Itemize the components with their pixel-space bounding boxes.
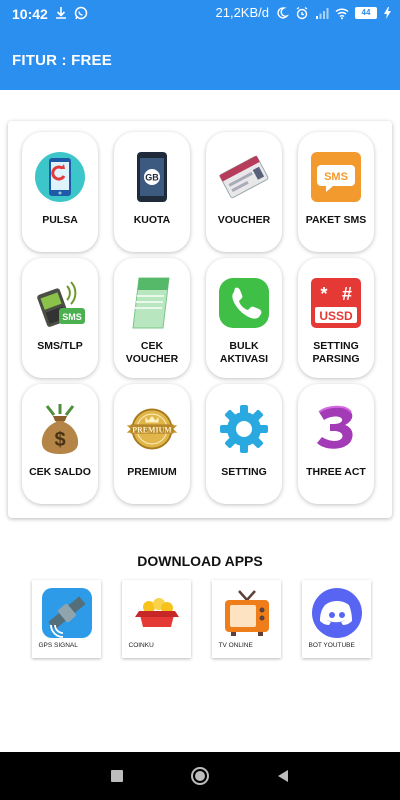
feature-label: CEK VOUCHER <box>125 340 179 365</box>
svg-text:GB: GB <box>145 173 159 183</box>
feature-label: KUOTA <box>133 214 171 226</box>
feature-three-act-button[interactable]: THREE ACT <box>298 384 374 504</box>
feature-bulk-aktivasi-button[interactable]: BULK AKTIVASI <box>206 258 282 378</box>
back-icon[interactable] <box>273 766 293 786</box>
app-coinku-button[interactable]: COINKU <box>122 580 191 658</box>
premium-text: PREMIUM <box>132 425 172 434</box>
feature-label: PAKET SMS <box>305 214 367 226</box>
charging-icon <box>384 6 391 19</box>
feature-label: BULK AKTIVASI <box>219 340 269 365</box>
svg-text:*: * <box>320 284 327 304</box>
phone-call-icon <box>217 276 271 330</box>
money-bag-icon: $ <box>33 402 87 456</box>
page-title: FITUR : FREE <box>12 52 112 69</box>
alarm-icon <box>296 6 308 19</box>
gear-icon <box>217 402 271 456</box>
feature-pulsa-button[interactable]: PULSA <box>22 132 98 252</box>
premium-badge-icon: PREMIUM <box>125 402 179 456</box>
svg-text:SMS: SMS <box>62 312 82 322</box>
feature-label: PREMIUM <box>127 466 177 478</box>
status-bar: 10:42 21,2KB/d 44 <box>0 0 400 28</box>
svg-text:$: $ <box>54 429 65 451</box>
phone-refill-icon <box>33 150 87 204</box>
tv-icon <box>221 587 273 639</box>
feature-label: SETTING <box>221 466 267 478</box>
coin-box-icon <box>131 587 183 639</box>
download-icon <box>56 7 66 19</box>
feature-label: SMS/TLP <box>37 340 83 352</box>
gb-phone-icon: GB <box>125 150 179 204</box>
feature-voucher-button[interactable]: VOUCHER <box>206 132 282 252</box>
svg-text:SMS: SMS <box>324 171 348 183</box>
feature-setting-button[interactable]: SETTING <box>206 384 282 504</box>
recents-icon[interactable] <box>107 766 127 786</box>
sms-bubble-icon: SMS <box>309 150 363 204</box>
wifi-icon <box>335 7 349 19</box>
system-nav-bar <box>0 752 400 800</box>
network-speed: 21,2KB/d <box>215 5 270 20</box>
status-time: 10:42 <box>12 6 48 22</box>
ussd-icon: * # USSD <box>309 276 363 330</box>
check-voucher-icon <box>125 276 179 330</box>
satellite-icon <box>41 587 93 639</box>
feature-cek-saldo-button[interactable]: $ CEK SALDO <box>22 384 98 504</box>
feature-label: PULSA <box>42 214 78 226</box>
whatsapp-icon <box>74 6 88 20</box>
feature-kuota-button[interactable]: GB KUOTA <box>114 132 190 252</box>
battery-icon: 44 <box>355 6 377 19</box>
discord-icon <box>311 587 363 639</box>
app-label: TV ONLINE <box>218 642 253 649</box>
app-bar: FITUR : FREE <box>0 28 400 90</box>
voucher-card-icon <box>217 150 271 204</box>
three-logo-icon <box>309 402 363 456</box>
feature-setting-parsing-button[interactable]: * # USSD SETTING PARSING <box>298 258 374 378</box>
download-apps-list: GPS SIGNAL COINKU TV ONLINE BOT YOUTUBE <box>32 580 371 658</box>
signal-icon <box>316 7 329 19</box>
svg-text:#: # <box>342 284 352 304</box>
ussd-text: USSD <box>319 309 353 323</box>
feature-paket-sms-button[interactable]: SMS PAKET SMS <box>298 132 374 252</box>
app-tv-online-button[interactable]: TV ONLINE <box>212 580 281 658</box>
feature-cek-voucher-button[interactable]: CEK VOUCHER <box>114 258 190 378</box>
app-label: BOT YOUTUBE <box>308 642 355 649</box>
moon-icon <box>277 6 289 19</box>
download-apps-heading: DOWNLOAD APPS <box>137 553 263 569</box>
feature-premium-button[interactable]: PREMIUM PREMIUM <box>114 384 190 504</box>
app-gps-signal-button[interactable]: GPS SIGNAL <box>32 580 101 658</box>
feature-label: VOUCHER <box>217 214 271 226</box>
feature-label: CEK SALDO <box>29 466 91 478</box>
feature-card: PULSA GB KUOTA VOUCHER SMS PAKET SMS SMS… <box>8 121 392 518</box>
app-label: GPS SIGNAL <box>38 642 78 649</box>
feature-grid: PULSA GB KUOTA VOUCHER SMS PAKET SMS SMS… <box>22 132 374 504</box>
home-icon[interactable] <box>190 766 210 786</box>
app-bot-youtube-button[interactable]: BOT YOUTUBE <box>302 580 371 658</box>
feature-label: THREE ACT <box>306 466 366 478</box>
feature-sms-tlp-button[interactable]: SMS SMS/TLP <box>22 258 98 378</box>
app-label: COINKU <box>128 642 154 649</box>
sms-phone-icon: SMS <box>33 276 87 330</box>
feature-label: SETTING PARSING <box>312 340 360 365</box>
